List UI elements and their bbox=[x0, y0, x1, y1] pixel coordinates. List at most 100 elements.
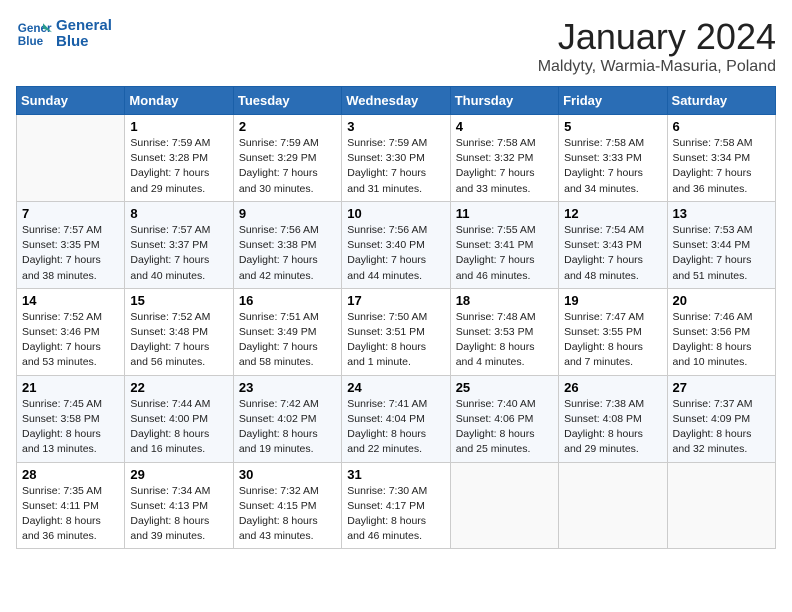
calendar-cell: 19 Sunrise: 7:47 AM Sunset: 3:55 PM Dayli… bbox=[559, 288, 667, 375]
calendar-cell: 24 Sunrise: 7:41 AM Sunset: 4:04 PM Dayli… bbox=[342, 375, 450, 462]
day-info: Sunrise: 7:35 AM Sunset: 4:11 PM Dayligh… bbox=[22, 484, 119, 545]
calendar-cell bbox=[17, 115, 125, 202]
day-info: Sunrise: 7:56 AM Sunset: 3:40 PM Dayligh… bbox=[347, 223, 444, 284]
day-info: Sunrise: 7:45 AM Sunset: 3:58 PM Dayligh… bbox=[22, 397, 119, 458]
calendar-cell: 27Sunrise: 7:37 AM Sunset: 4:09 PM Dayli… bbox=[667, 375, 775, 462]
calendar-cell: 21 Sunrise: 7:45 AM Sunset: 3:58 PM Dayli… bbox=[17, 375, 125, 462]
calendar-cell: 25 Sunrise: 7:40 AM Sunset: 4:06 PM Dayli… bbox=[450, 375, 558, 462]
day-info: Sunrise: 7:32 AM Sunset: 4:15 PM Dayligh… bbox=[239, 484, 336, 545]
day-info: Sunrise: 7:38 AM Sunset: 4:08 PM Dayligh… bbox=[564, 397, 661, 458]
day-number: 9 bbox=[239, 206, 336, 221]
day-number: 14 bbox=[22, 293, 119, 308]
calendar-cell: 11Sunrise: 7:55 AM Sunset: 3:41 PM Dayli… bbox=[450, 201, 558, 288]
calendar-cell bbox=[559, 462, 667, 549]
calendar-cell: 31Sunrise: 7:30 AM Sunset: 4:17 PM Dayli… bbox=[342, 462, 450, 549]
day-number: 2 bbox=[239, 119, 336, 134]
calendar-cell: 12Sunrise: 7:54 AM Sunset: 3:43 PM Dayli… bbox=[559, 201, 667, 288]
calendar-cell: 14 Sunrise: 7:52 AM Sunset: 3:46 PM Dayli… bbox=[17, 288, 125, 375]
calendar-cell: 26Sunrise: 7:38 AM Sunset: 4:08 PM Dayli… bbox=[559, 375, 667, 462]
calendar-week-4: 21 Sunrise: 7:45 AM Sunset: 3:58 PM Dayli… bbox=[17, 375, 776, 462]
weekday-header-wednesday: Wednesday bbox=[342, 87, 450, 115]
calendar-cell: 4 Sunrise: 7:58 AM Sunset: 3:32 PM Daylig… bbox=[450, 115, 558, 202]
day-number: 19 bbox=[564, 293, 661, 308]
calendar-week-5: 28 Sunrise: 7:35 AM Sunset: 4:11 PM Dayli… bbox=[17, 462, 776, 549]
calendar-cell bbox=[450, 462, 558, 549]
calendar-cell: 3 Sunrise: 7:59 AM Sunset: 3:30 PM Daylig… bbox=[342, 115, 450, 202]
day-info: Sunrise: 7:44 AM Sunset: 4:00 PM Dayligh… bbox=[130, 397, 227, 458]
day-number: 18 bbox=[456, 293, 553, 308]
calendar-cell: 29Sunrise: 7:34 AM Sunset: 4:13 PM Dayli… bbox=[125, 462, 233, 549]
calendar-week-1: 1Sunrise: 7:59 AM Sunset: 3:28 PM Daylig… bbox=[17, 115, 776, 202]
day-info: Sunrise: 7:42 AM Sunset: 4:02 PM Dayligh… bbox=[239, 397, 336, 458]
calendar-table: SundayMondayTuesdayWednesdayThursdayFrid… bbox=[16, 86, 776, 549]
month-title: January 2024 bbox=[538, 16, 776, 58]
day-number: 21 bbox=[22, 380, 119, 395]
day-info: Sunrise: 7:57 AM Sunset: 3:37 PM Dayligh… bbox=[130, 223, 227, 284]
day-number: 28 bbox=[22, 467, 119, 482]
day-number: 6 bbox=[673, 119, 770, 134]
day-number: 15 bbox=[130, 293, 227, 308]
day-info: Sunrise: 7:48 AM Sunset: 3:53 PM Dayligh… bbox=[456, 310, 553, 371]
day-number: 8 bbox=[130, 206, 227, 221]
day-info: Sunrise: 7:40 AM Sunset: 4:06 PM Dayligh… bbox=[456, 397, 553, 458]
calendar-cell: 1Sunrise: 7:59 AM Sunset: 3:28 PM Daylig… bbox=[125, 115, 233, 202]
day-info: Sunrise: 7:58 AM Sunset: 3:33 PM Dayligh… bbox=[564, 136, 661, 197]
day-number: 11 bbox=[456, 206, 553, 221]
day-number: 30 bbox=[239, 467, 336, 482]
day-info: Sunrise: 7:34 AM Sunset: 4:13 PM Dayligh… bbox=[130, 484, 227, 545]
day-info: Sunrise: 7:59 AM Sunset: 3:29 PM Dayligh… bbox=[239, 136, 336, 197]
calendar-cell: 18 Sunrise: 7:48 AM Sunset: 3:53 PM Dayli… bbox=[450, 288, 558, 375]
day-info: Sunrise: 7:52 AM Sunset: 3:48 PM Dayligh… bbox=[130, 310, 227, 371]
day-info: Sunrise: 7:52 AM Sunset: 3:46 PM Dayligh… bbox=[22, 310, 119, 371]
day-info: Sunrise: 7:41 AM Sunset: 4:04 PM Dayligh… bbox=[347, 397, 444, 458]
page-header: General Blue General Blue January 2024 M… bbox=[16, 16, 776, 76]
day-info: Sunrise: 7:59 AM Sunset: 3:28 PM Dayligh… bbox=[130, 136, 227, 197]
day-info: Sunrise: 7:37 AM Sunset: 4:09 PM Dayligh… bbox=[673, 397, 770, 458]
day-info: Sunrise: 7:47 AM Sunset: 3:55 PM Dayligh… bbox=[564, 310, 661, 371]
calendar-cell: 9 Sunrise: 7:56 AM Sunset: 3:38 PM Daylig… bbox=[233, 201, 341, 288]
svg-text:Blue: Blue bbox=[18, 35, 44, 48]
day-info: Sunrise: 7:50 AM Sunset: 3:51 PM Dayligh… bbox=[347, 310, 444, 371]
day-number: 25 bbox=[456, 380, 553, 395]
weekday-header-thursday: Thursday bbox=[450, 87, 558, 115]
day-info: Sunrise: 7:30 AM Sunset: 4:17 PM Dayligh… bbox=[347, 484, 444, 545]
day-number: 4 bbox=[456, 119, 553, 134]
day-info: Sunrise: 7:58 AM Sunset: 3:34 PM Dayligh… bbox=[673, 136, 770, 197]
calendar-cell: 13 Sunrise: 7:53 AM Sunset: 3:44 PM Dayli… bbox=[667, 201, 775, 288]
calendar-cell: 23 Sunrise: 7:42 AM Sunset: 4:02 PM Dayli… bbox=[233, 375, 341, 462]
day-number: 3 bbox=[347, 119, 444, 134]
day-number: 7 bbox=[22, 206, 119, 221]
day-number: 5 bbox=[564, 119, 661, 134]
day-info: Sunrise: 7:51 AM Sunset: 3:49 PM Dayligh… bbox=[239, 310, 336, 371]
calendar-cell: 8 Sunrise: 7:57 AM Sunset: 3:37 PM Daylig… bbox=[125, 201, 233, 288]
day-info: Sunrise: 7:58 AM Sunset: 3:32 PM Dayligh… bbox=[456, 136, 553, 197]
day-info: Sunrise: 7:46 AM Sunset: 3:56 PM Dayligh… bbox=[673, 310, 770, 371]
logo: General Blue General Blue bbox=[16, 16, 112, 52]
day-number: 23 bbox=[239, 380, 336, 395]
day-number: 17 bbox=[347, 293, 444, 308]
day-number: 10 bbox=[347, 206, 444, 221]
calendar-cell: 28 Sunrise: 7:35 AM Sunset: 4:11 PM Dayli… bbox=[17, 462, 125, 549]
day-number: 22 bbox=[130, 380, 227, 395]
location-subtitle: Maldyty, Warmia-Masuria, Poland bbox=[538, 58, 776, 76]
day-info: Sunrise: 7:59 AM Sunset: 3:30 PM Dayligh… bbox=[347, 136, 444, 197]
calendar-cell: 5 Sunrise: 7:58 AM Sunset: 3:33 PM Daylig… bbox=[559, 115, 667, 202]
day-number: 20 bbox=[673, 293, 770, 308]
calendar-cell: 22 Sunrise: 7:44 AM Sunset: 4:00 PM Dayli… bbox=[125, 375, 233, 462]
logo-general: General bbox=[56, 18, 112, 35]
day-info: Sunrise: 7:53 AM Sunset: 3:44 PM Dayligh… bbox=[673, 223, 770, 284]
calendar-cell: 30 Sunrise: 7:32 AM Sunset: 4:15 PM Dayli… bbox=[233, 462, 341, 549]
calendar-cell: 7Sunrise: 7:57 AM Sunset: 3:35 PM Daylig… bbox=[17, 201, 125, 288]
calendar-cell: 17 Sunrise: 7:50 AM Sunset: 3:51 PM Dayli… bbox=[342, 288, 450, 375]
day-info: Sunrise: 7:56 AM Sunset: 3:38 PM Dayligh… bbox=[239, 223, 336, 284]
day-number: 12 bbox=[564, 206, 661, 221]
calendar-week-2: 7Sunrise: 7:57 AM Sunset: 3:35 PM Daylig… bbox=[17, 201, 776, 288]
day-number: 13 bbox=[673, 206, 770, 221]
day-number: 16 bbox=[239, 293, 336, 308]
calendar-cell: 6 Sunrise: 7:58 AM Sunset: 3:34 PM Daylig… bbox=[667, 115, 775, 202]
calendar-cell: 15 Sunrise: 7:52 AM Sunset: 3:48 PM Dayli… bbox=[125, 288, 233, 375]
day-number: 24 bbox=[347, 380, 444, 395]
weekday-header-sunday: Sunday bbox=[17, 87, 125, 115]
calendar-cell: 16 Sunrise: 7:51 AM Sunset: 3:49 PM Dayli… bbox=[233, 288, 341, 375]
calendar-week-3: 14 Sunrise: 7:52 AM Sunset: 3:46 PM Dayli… bbox=[17, 288, 776, 375]
